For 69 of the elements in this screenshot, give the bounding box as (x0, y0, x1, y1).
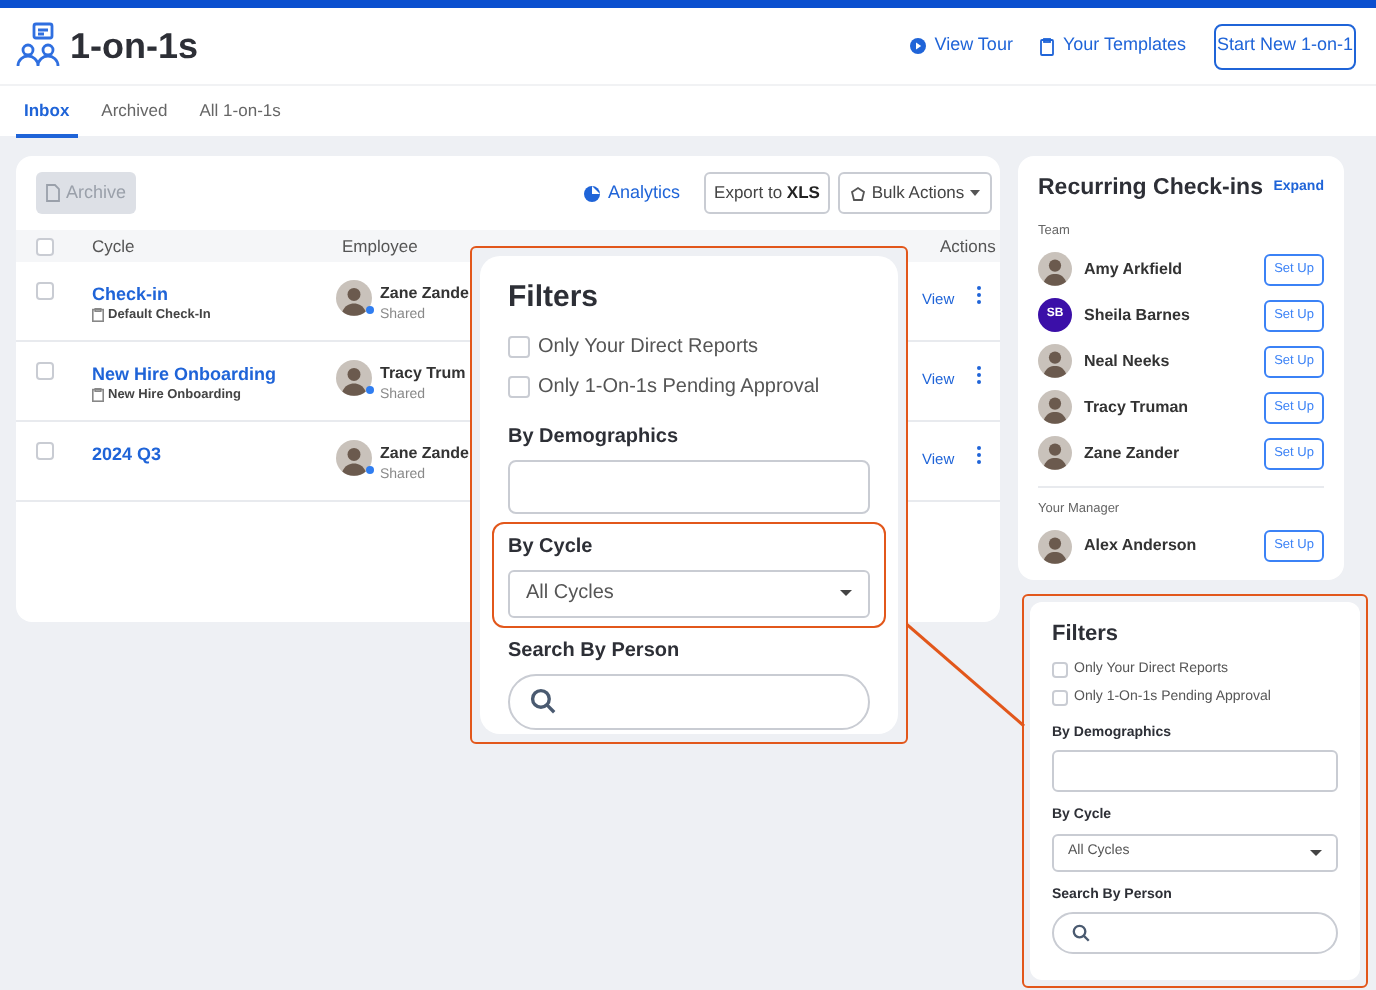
caret-icon (970, 190, 981, 196)
more-icon[interactable] (976, 366, 982, 384)
people-chat-icon (16, 22, 64, 70)
more-icon[interactable] (976, 446, 982, 464)
column-header: Employee (342, 233, 418, 259)
caret-icon (1310, 849, 1322, 855)
filter-checkbox[interactable] (1052, 690, 1068, 707)
clipboard-icon (92, 388, 104, 403)
avatar-icon (336, 440, 372, 476)
employee-name: Tracy Trum (380, 362, 466, 386)
checkbox-label: Only Your Direct Reports (538, 333, 759, 361)
analytics-link[interactable]: Analytics (583, 179, 680, 207)
field-label: By Cycle (508, 533, 595, 561)
avatar-icon (1038, 529, 1072, 564)
person-search-field[interactable] (508, 673, 870, 729)
demographics-field[interactable] (508, 459, 870, 513)
pie-chart-icon (583, 185, 600, 201)
demographics-field[interactable] (1052, 750, 1338, 792)
avatar-icon (1038, 436, 1072, 470)
start-new-button[interactable]: Start New 1-on-1 (1214, 23, 1356, 69)
cycle-link[interactable]: Check-in (92, 282, 169, 309)
row-checkbox[interactable] (36, 442, 54, 460)
person-name: Tracy Truman (1084, 395, 1189, 419)
person-name: Neal Neeks (1084, 349, 1170, 373)
bulk-actions-button[interactable]: Bulk Actions (838, 172, 992, 214)
page-title: 1-on-1s (70, 23, 199, 69)
your-templates-link[interactable]: Your Templates (1040, 32, 1186, 60)
person-name: Sheila Barnes (1084, 303, 1190, 327)
person-name: Amy Arkfield (1084, 257, 1183, 281)
column-header: Cycle (92, 233, 135, 259)
filter-checkbox[interactable] (508, 335, 530, 357)
avatar-icon (1038, 344, 1072, 378)
card-title: Recurring Check-ins (1038, 174, 1263, 204)
cycle-link[interactable]: 2024 Q3 (92, 442, 162, 469)
tab[interactable]: All 1-on-1s (191, 86, 289, 138)
caret-icon (840, 590, 852, 596)
panel-title: Filters (1052, 620, 1121, 650)
filter-checkbox[interactable] (508, 375, 530, 397)
clipboard-icon (92, 308, 104, 323)
column-header: Actions (940, 233, 996, 259)
avatar-icon (1038, 390, 1072, 424)
filter-checkbox[interactable] (1052, 661, 1068, 678)
tab[interactable]: Archived (93, 86, 176, 138)
export-button[interactable]: Export to XLS (704, 172, 830, 214)
person-search-field[interactable] (1052, 912, 1338, 954)
search-icon (1072, 924, 1090, 942)
person-name: Alex Anderson (1084, 534, 1197, 559)
avatar-icon (336, 280, 372, 316)
select-all-checkbox[interactable] (36, 237, 54, 255)
field-label: By Demographics (508, 423, 681, 451)
employee-name: Zane Zande (380, 282, 469, 306)
avatar-icon (336, 360, 372, 396)
play-icon (910, 38, 927, 54)
cycle-link[interactable]: New Hire Onboarding (92, 362, 277, 389)
avatar-icon (1038, 252, 1072, 286)
document-icon (45, 184, 60, 202)
search-icon (530, 688, 556, 714)
checkbox-label: Only 1-On-1s Pending Approval (538, 373, 820, 401)
field-label: Search By Person (508, 637, 682, 665)
person-name: Zane Zander (1084, 441, 1180, 465)
employee-name: Zane Zande (380, 442, 469, 466)
panel-title: Filters (508, 278, 601, 318)
more-icon[interactable] (976, 286, 982, 304)
tab[interactable]: Inbox (16, 86, 78, 138)
row-checkbox[interactable] (36, 362, 54, 380)
view-tour-link[interactable]: View Tour (910, 32, 1013, 60)
clipboard-icon (1040, 37, 1055, 55)
cycle-select[interactable]: All Cycles (508, 569, 870, 617)
row-checkbox[interactable] (36, 282, 54, 300)
